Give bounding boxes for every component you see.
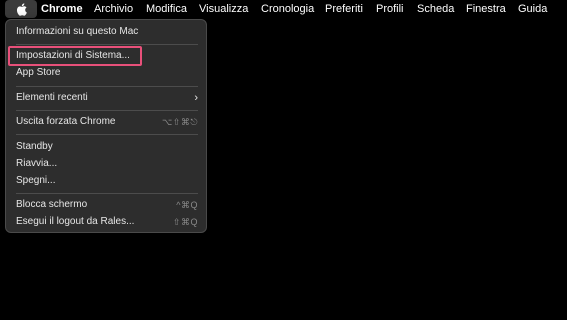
- apple-logo-icon: [16, 2, 27, 16]
- apple-menu-dropdown: Informazioni su questo Mac Impostazioni …: [5, 19, 207, 233]
- separator: [16, 193, 198, 194]
- menu-cronologia[interactable]: Cronologia: [261, 0, 314, 18]
- menu-item-label: Uscita forzata Chrome: [16, 116, 116, 127]
- separator: [16, 110, 198, 111]
- menu-item-system-settings[interactable]: Impostazioni di Sistema...: [16, 48, 198, 64]
- menu-item-label: Informazioni su questo Mac: [16, 26, 139, 37]
- separator: [16, 86, 198, 87]
- menu-item-restart[interactable]: Riavvia...: [16, 156, 198, 172]
- apple-menu-button[interactable]: [5, 0, 37, 18]
- menu-item-logout[interactable]: Esegui il logout da Rales... ⇧⌘Q: [16, 214, 198, 230]
- separator: [16, 44, 198, 45]
- menu-item-label: Impostazioni di Sistema...: [16, 50, 130, 61]
- menu-item-shutdown[interactable]: Spegni...: [16, 173, 198, 189]
- menu-item-label: Blocca schermo: [16, 199, 88, 210]
- menu-item-label: Spegni...: [16, 175, 56, 186]
- chevron-right-icon: ›: [194, 92, 198, 104]
- menu-guida[interactable]: Guida: [518, 0, 547, 18]
- menu-item-force-quit[interactable]: Uscita forzata Chrome ⌥⇧⌘⎋: [16, 114, 198, 130]
- menu-item-label: App Store: [16, 67, 61, 78]
- menu-preferiti[interactable]: Preferiti: [325, 0, 363, 18]
- menu-finestra[interactable]: Finestra: [466, 0, 506, 18]
- menu-modifica[interactable]: Modifica: [146, 0, 187, 18]
- menu-bar: Chrome Archivio Modifica Visualizza Cron…: [0, 0, 567, 18]
- menu-archivio[interactable]: Archivio: [94, 0, 133, 18]
- menu-item-label: Esegui il logout da Rales...: [16, 216, 135, 227]
- menu-scheda[interactable]: Scheda: [417, 0, 454, 18]
- shortcut-label: ⌥⇧⌘⎋: [161, 117, 198, 127]
- menu-visualizza[interactable]: Visualizza: [199, 0, 248, 18]
- separator: [16, 134, 198, 135]
- shortcut-label: ⇧⌘Q: [172, 217, 198, 227]
- menu-item-lock-screen[interactable]: Blocca schermo ^⌘Q: [16, 197, 198, 213]
- menu-item-standby[interactable]: Standby: [16, 139, 198, 155]
- menu-item-label: Riavvia...: [16, 158, 58, 169]
- menu-profili[interactable]: Profili: [376, 0, 404, 18]
- menu-item-recent-items[interactable]: Elementi recenti ›: [16, 90, 198, 106]
- menu-item-label: Standby: [16, 141, 53, 152]
- menu-item-label: Elementi recenti: [16, 92, 88, 103]
- menu-chrome[interactable]: Chrome: [41, 0, 83, 18]
- menu-item-app-store[interactable]: App Store: [16, 65, 198, 81]
- menu-item-about-mac[interactable]: Informazioni su questo Mac: [16, 24, 198, 40]
- shortcut-label: ^⌘Q: [176, 200, 198, 210]
